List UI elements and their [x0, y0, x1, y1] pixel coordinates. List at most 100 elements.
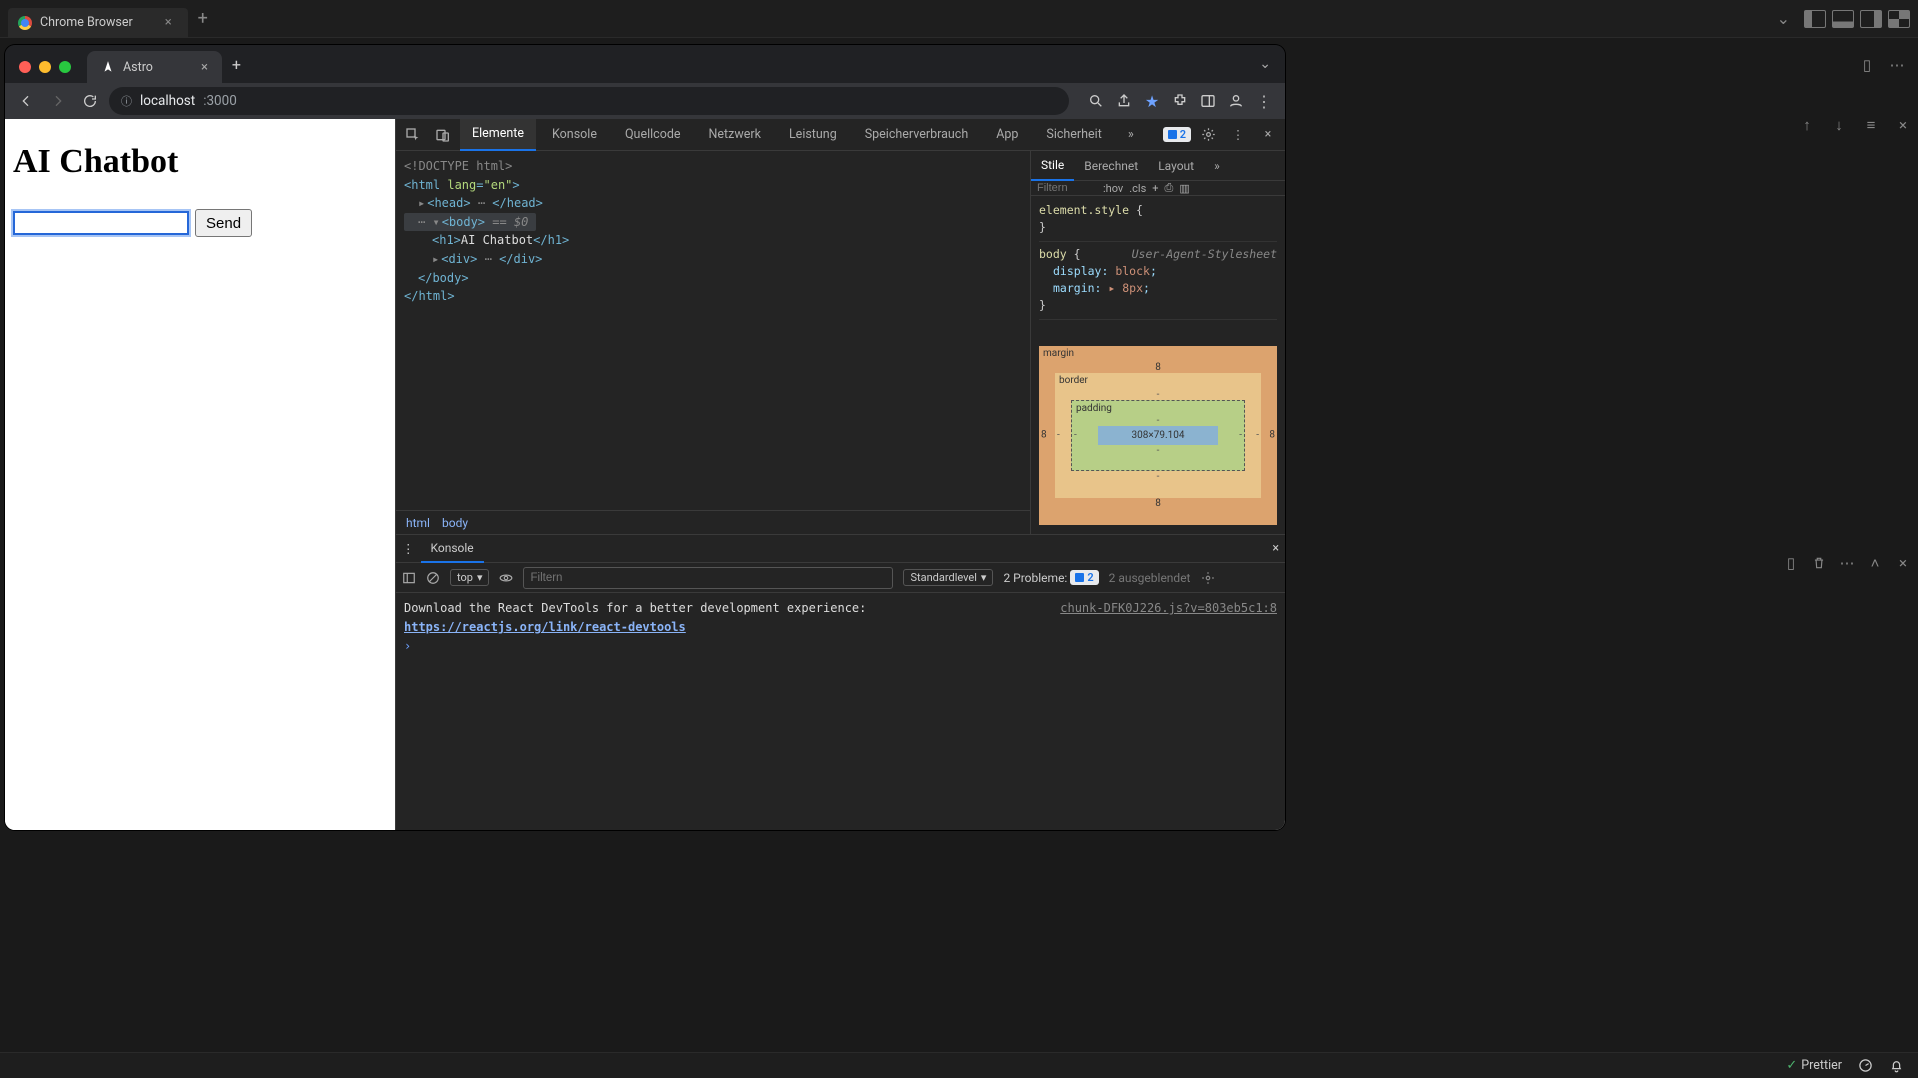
styles-sidebar: Stile Berechnet Layout » :hov .cls + ⎙ ▥	[1030, 151, 1285, 534]
status-feedback-icon[interactable]	[1858, 1058, 1873, 1073]
log-level-selector[interactable]: Standardlevel ▾	[903, 569, 993, 586]
hov-toggle[interactable]: :hov	[1103, 182, 1123, 195]
fullscreen-window-icon[interactable]	[59, 61, 71, 73]
close-window-icon[interactable]	[19, 61, 31, 73]
reload-icon[interactable]	[77, 88, 103, 114]
panel-bottom-icon[interactable]	[1832, 10, 1854, 28]
devtools-tab-performance[interactable]: Leistung	[777, 119, 849, 151]
devtools-tab-console[interactable]: Konsole	[540, 119, 609, 151]
arrow-up-icon[interactable]: ↑	[1798, 116, 1816, 134]
drawer-tab-console[interactable]: Konsole	[421, 535, 484, 563]
styles-print-icon[interactable]: ⎙	[1165, 181, 1174, 195]
send-button[interactable]: Send	[195, 209, 252, 237]
forward-icon[interactable]	[45, 88, 71, 114]
minimize-window-icon[interactable]	[39, 61, 51, 73]
styles-tab-styles[interactable]: Stile	[1031, 151, 1074, 181]
share-icon[interactable]	[1111, 88, 1137, 114]
cls-toggle[interactable]: .cls	[1129, 182, 1146, 195]
more-icon[interactable]: ⋯	[1838, 554, 1856, 572]
console-sidebar-icon[interactable]	[402, 571, 416, 585]
devtools-close-icon[interactable]: ×	[1255, 122, 1281, 148]
styles-filter-input[interactable]	[1037, 182, 1097, 194]
more-icon[interactable]: ⋮	[1251, 88, 1277, 114]
close-tab-icon[interactable]: ×	[201, 60, 208, 75]
list-icon[interactable]: ≡	[1862, 116, 1880, 134]
trash-icon[interactable]	[1810, 554, 1828, 572]
zoom-icon[interactable]	[1083, 88, 1109, 114]
drawer-close-icon[interactable]: ×	[1272, 541, 1279, 556]
devtools-menu-icon[interactable]: ⋮	[1225, 122, 1251, 148]
devtools-tab-elements[interactable]: Elemente	[460, 119, 536, 151]
box-model-content: 308×79.104	[1098, 426, 1218, 445]
console-filter-input[interactable]	[523, 567, 893, 589]
console-settings-icon[interactable]	[1201, 571, 1215, 585]
devtools-tab-sources[interactable]: Quellcode	[613, 119, 693, 151]
panel-left-icon[interactable]	[1804, 10, 1826, 28]
profile-icon[interactable]	[1223, 88, 1249, 114]
devtools-tab-memory[interactable]: Speicherverbrauch	[853, 119, 980, 151]
arrow-down-icon[interactable]: ↓	[1830, 116, 1848, 134]
chrome-window: Astro × + ⌄ ⓘ localhost:3000 ★	[5, 45, 1285, 830]
window-controls[interactable]	[13, 61, 81, 83]
close-panel-icon[interactable]: ×	[1894, 116, 1912, 134]
tabs-dropdown-icon[interactable]: ⌄	[1259, 56, 1277, 72]
close-terminal-icon[interactable]: ×	[1894, 554, 1912, 572]
box-model-diagram[interactable]: margin 8 8 8 border - - - padding	[1031, 330, 1285, 541]
new-rule-icon[interactable]: +	[1152, 182, 1158, 195]
devtools-tab-security[interactable]: Sicherheit	[1034, 119, 1113, 151]
problems-label[interactable]: 2 Probleme: 2	[1003, 570, 1098, 585]
editor-status-bar[interactable]: ✓Prettier	[0, 1052, 1918, 1078]
address-bar[interactable]: ⓘ localhost:3000	[109, 87, 1069, 115]
log-source-link[interactable]: chunk-DFK0J226.js?v=803eb5c1:8	[1060, 599, 1277, 618]
site-info-icon[interactable]: ⓘ	[121, 93, 132, 109]
url-host: localhost	[140, 93, 195, 109]
new-tab-button[interactable]: +	[232, 55, 241, 74]
extensions-icon[interactable]	[1167, 88, 1193, 114]
inspect-element-icon[interactable]	[400, 122, 426, 148]
close-icon[interactable]: ×	[165, 15, 172, 30]
status-prettier[interactable]: ✓Prettier	[1786, 1058, 1842, 1073]
styles-tab-computed[interactable]: Berechnet	[1074, 151, 1148, 181]
layout-grid-icon[interactable]	[1888, 10, 1910, 28]
log-link[interactable]: https://reactjs.org/link/react-devtools	[404, 620, 686, 634]
new-tab-icon[interactable]: +	[198, 8, 208, 29]
chevron-up-icon[interactable]: ˄	[1866, 554, 1884, 572]
terminal-split-icon[interactable]: ▯	[1782, 554, 1800, 572]
side-panel-icon[interactable]	[1195, 88, 1221, 114]
more-actions-icon[interactable]: ⋯	[1888, 56, 1906, 74]
console-prompt-icon[interactable]: ›	[404, 639, 411, 653]
split-right-icon[interactable]: ▯	[1858, 56, 1876, 74]
styles-rules[interactable]: element.style { } User-Agent-Stylesheet …	[1031, 196, 1285, 330]
breadcrumb-item[interactable]: html	[406, 516, 430, 530]
devtools-tab-network[interactable]: Netzwerk	[697, 119, 773, 151]
settings-gear-icon[interactable]	[1195, 122, 1221, 148]
more-styles-tabs-icon[interactable]: »	[1204, 151, 1230, 181]
styles-panel-icon[interactable]: ▥	[1179, 182, 1189, 195]
panel-right-icon[interactable]	[1860, 10, 1882, 28]
live-expression-icon[interactable]	[499, 571, 513, 585]
browser-tab[interactable]: Astro ×	[87, 51, 222, 83]
editor-tab[interactable]: Chrome Browser ×	[8, 8, 188, 38]
drawer-menu-icon[interactable]: ⋮	[402, 541, 415, 557]
selected-dom-node[interactable]: ⋯ ▾<body> == $0	[404, 213, 536, 232]
elements-dom-tree[interactable]: <!DOCTYPE html> <html lang="en"> ▸<head>…	[396, 151, 1021, 510]
chrome-tab-strip: Astro × + ⌄	[5, 45, 1285, 83]
hidden-count[interactable]: 2 ausgeblendet	[1109, 571, 1191, 585]
bookmark-star-icon[interactable]: ★	[1139, 88, 1165, 114]
back-icon[interactable]	[13, 88, 39, 114]
styles-tab-layout[interactable]: Layout	[1148, 151, 1204, 181]
chevron-down-icon[interactable]: ⌄	[1777, 9, 1790, 28]
devtools-tab-application[interactable]: App	[984, 119, 1030, 151]
chat-input[interactable]	[13, 211, 189, 235]
device-toolbar-icon[interactable]	[430, 122, 456, 148]
dom-breadcrumb[interactable]: html body	[396, 510, 1030, 534]
more-tabs-icon[interactable]: »	[1118, 122, 1144, 148]
astro-favicon-icon	[101, 60, 115, 74]
status-bell-icon[interactable]	[1889, 1058, 1904, 1073]
devtools-panel: Elemente Konsole Quellcode Netzwerk Leis…	[395, 119, 1285, 830]
issues-badge[interactable]: 2	[1163, 127, 1191, 142]
console-output[interactable]: chunk-DFK0J226.js?v=803eb5c1:8 Download …	[396, 593, 1285, 663]
context-selector[interactable]: top ▾	[450, 569, 489, 586]
clear-console-icon[interactable]	[426, 571, 440, 585]
breadcrumb-item[interactable]: body	[442, 516, 468, 530]
